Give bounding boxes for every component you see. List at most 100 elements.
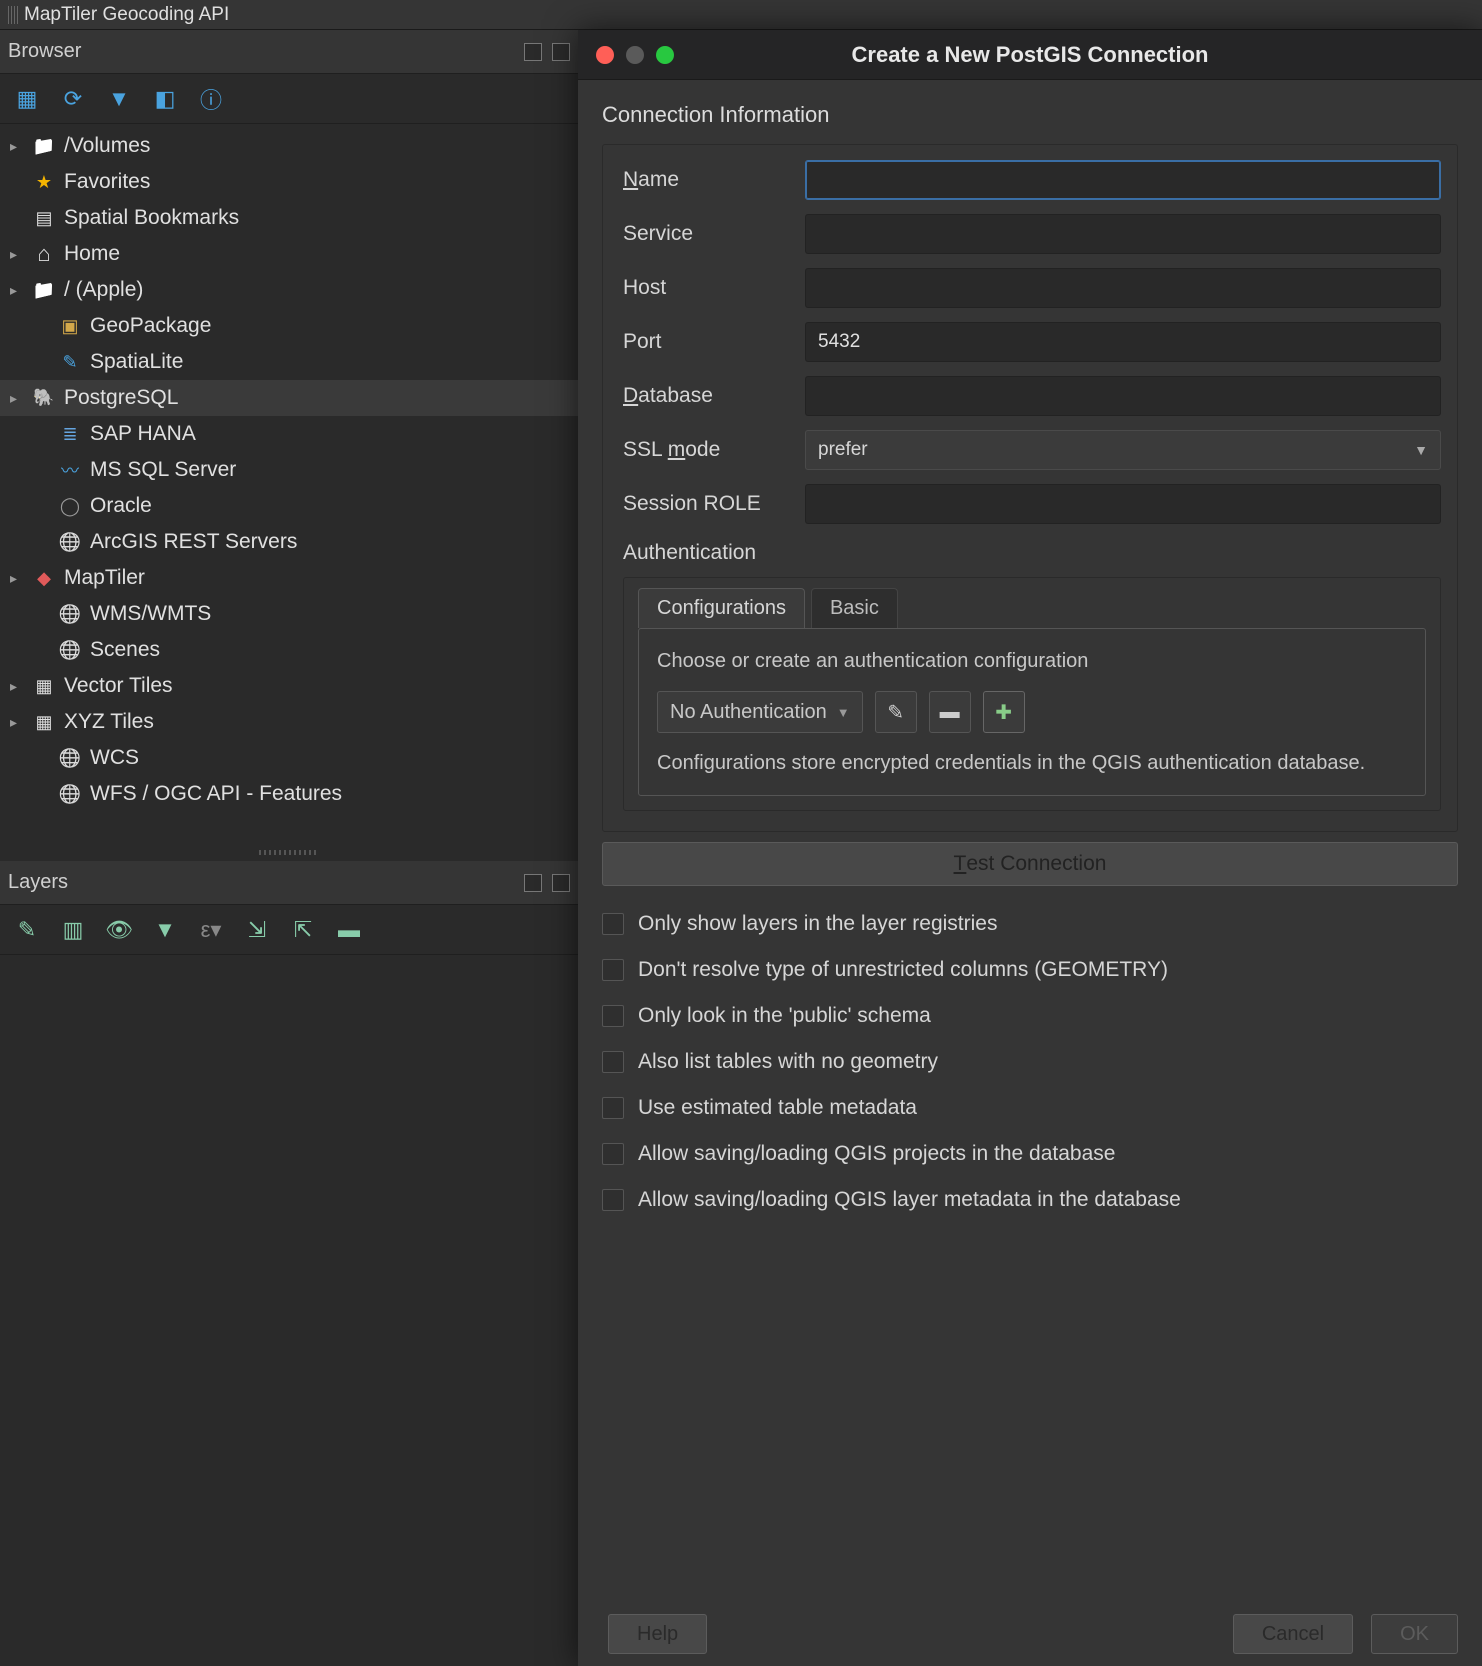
layers-body[interactable] [0, 955, 578, 1666]
auth-select-value: No Authentication [670, 701, 827, 724]
filter-legend-icon[interactable]: ▼ [152, 917, 178, 943]
tab-configurations[interactable]: Configurations [638, 588, 805, 628]
tree-item-label: WFS / OGC API - Features [90, 782, 342, 806]
name-label: Name [623, 168, 793, 192]
tree-item-sap-hana[interactable]: SAP HANA [0, 416, 578, 452]
tree-item--apple-[interactable]: ▸ / (Apple) [0, 272, 578, 308]
tree-item-home[interactable]: ▸Home [0, 236, 578, 272]
style-icon[interactable]: ✎ [14, 917, 40, 943]
tree-item-oracle[interactable]: Oracle [0, 488, 578, 524]
add-group-icon[interactable]: ▥ [60, 917, 86, 943]
dialog-body: Connection Information Name Service Host… [578, 80, 1482, 1602]
option-row: Only look in the 'public' schema [602, 998, 1458, 1034]
tree-item-xyz-tiles[interactable]: ▸XYZ Tiles [0, 704, 578, 740]
browser-tree[interactable]: ▸/VolumesFavoritesSpatial Bookmarks▸Home… [0, 124, 578, 843]
postgis-connection-dialog: Create a New PostGIS Connection Connecti… [578, 30, 1482, 1666]
dialog-titlebar[interactable]: Create a New PostGIS Connection [578, 30, 1482, 80]
mt-icon [32, 566, 56, 590]
auth-edit-button[interactable]: ✎ [875, 691, 917, 733]
tree-item-ms-sql-server[interactable]: MS SQL Server [0, 452, 578, 488]
tree-item-geopackage[interactable]: GeoPackage [0, 308, 578, 344]
tree-item-maptiler[interactable]: ▸MapTiler [0, 560, 578, 596]
tree-item-label: MS SQL Server [90, 458, 236, 482]
tree-item-label: MapTiler [64, 566, 145, 590]
service-input[interactable] [805, 214, 1441, 254]
option-label: Allow saving/loading QGIS layer metadata… [638, 1188, 1181, 1212]
ok-button[interactable]: OK [1371, 1614, 1458, 1654]
option-checkbox[interactable] [602, 1051, 624, 1073]
session-role-input[interactable] [805, 484, 1441, 524]
info-icon[interactable]: ⓘ [198, 86, 224, 112]
panel-dock-icon[interactable] [524, 43, 542, 61]
expand-arrow-icon: ▸ [10, 678, 24, 695]
tree-item-arcgis-rest-servers[interactable]: ArcGIS REST Servers [0, 524, 578, 560]
tree-item-favorites[interactable]: Favorites [0, 164, 578, 200]
auth-add-button[interactable]: ✚ [983, 691, 1025, 733]
auth-remove-button[interactable]: ▬ [929, 691, 971, 733]
panel-close-icon[interactable] [552, 874, 570, 892]
help-button[interactable]: Help [608, 1614, 707, 1654]
chevron-down-icon: ▼ [837, 705, 850, 720]
tree-item-vector-tiles[interactable]: ▸Vector Tiles [0, 668, 578, 704]
auth-config-select[interactable]: No Authentication ▼ [657, 691, 863, 733]
cancel-button[interactable]: Cancel [1233, 1614, 1353, 1654]
refresh-icon[interactable]: ⟳ [60, 86, 86, 112]
tree-item-scenes[interactable]: Scenes [0, 632, 578, 668]
option-checkbox[interactable] [602, 913, 624, 935]
plus-icon: ✚ [995, 700, 1012, 725]
tree-item-label: GeoPackage [90, 314, 211, 338]
close-window-icon[interactable] [596, 46, 614, 64]
sslmode-select[interactable]: prefer ▼ [805, 430, 1441, 470]
collapse-icon[interactable]: ◧ [152, 86, 178, 112]
browser-toolbar: ▦ ⟳ ▼ ◧ ⓘ [0, 74, 578, 124]
filter-icon[interactable]: ▼ [106, 86, 132, 112]
expand-all-icon[interactable]: ⇲ [244, 917, 270, 943]
tree-item-spatialite[interactable]: SpatiaLite [0, 344, 578, 380]
option-checkbox[interactable] [602, 959, 624, 981]
home-icon [32, 242, 56, 266]
tree-item-label: SpatiaLite [90, 350, 183, 374]
globe-icon [58, 638, 82, 662]
tree-item-postgresql[interactable]: ▸ PostgreSQL [0, 380, 578, 416]
port-input[interactable] [805, 322, 1441, 362]
options-checklist: Only show layers in the layer registries… [602, 896, 1458, 1218]
panel-close-icon[interactable] [552, 43, 570, 61]
collapse-all-icon[interactable]: ⇱ [290, 917, 316, 943]
name-input[interactable] [805, 160, 1441, 200]
expand-arrow-icon: ▸ [10, 390, 24, 407]
expand-arrow-icon: ▸ [10, 282, 24, 299]
remove-layer-icon[interactable]: ▬ [336, 917, 362, 943]
option-label: Allow saving/loading QGIS projects in th… [638, 1142, 1115, 1166]
tree-item-label: Home [64, 242, 120, 266]
connection-info-group: Name Service Host Port Database [602, 144, 1458, 832]
add-layer-icon[interactable]: ▦ [14, 86, 40, 112]
pencil-icon: ✎ [887, 700, 904, 725]
tree-item-label: /Volumes [64, 134, 150, 158]
panel-dock-icon[interactable] [524, 874, 542, 892]
tree-item-label: PostgreSQL [64, 386, 178, 410]
tree-item--volumes[interactable]: ▸/Volumes [0, 128, 578, 164]
test-connection-button[interactable]: Test Connection [602, 842, 1458, 886]
minus-icon: ▬ [940, 701, 960, 724]
option-checkbox[interactable] [602, 1005, 624, 1027]
host-input[interactable] [805, 268, 1441, 308]
expression-icon[interactable]: ε▾ [198, 917, 224, 943]
panel-splitter[interactable] [0, 843, 578, 861]
expand-arrow-icon: ▸ [10, 714, 24, 731]
option-checkbox[interactable] [602, 1189, 624, 1211]
tree-item-spatial-bookmarks[interactable]: Spatial Bookmarks [0, 200, 578, 236]
tree-item-label: / (Apple) [64, 278, 143, 302]
option-checkbox[interactable] [602, 1143, 624, 1165]
star-icon [32, 170, 56, 194]
tree-item-wcs[interactable]: WCS [0, 740, 578, 776]
tab-basic[interactable]: Basic [811, 588, 898, 628]
database-input[interactable] [805, 376, 1441, 416]
tree-item-wms-wmts[interactable]: WMS/WMTS [0, 596, 578, 632]
visibility-icon[interactable]: 👁 [106, 917, 132, 943]
tree-item-label: WMS/WMTS [90, 602, 211, 626]
zoom-window-icon[interactable] [656, 46, 674, 64]
option-checkbox[interactable] [602, 1097, 624, 1119]
grid-icon [32, 710, 56, 734]
tree-item-label: WCS [90, 746, 139, 770]
tree-item-wfs-ogc-api-features[interactable]: WFS / OGC API - Features [0, 776, 578, 812]
